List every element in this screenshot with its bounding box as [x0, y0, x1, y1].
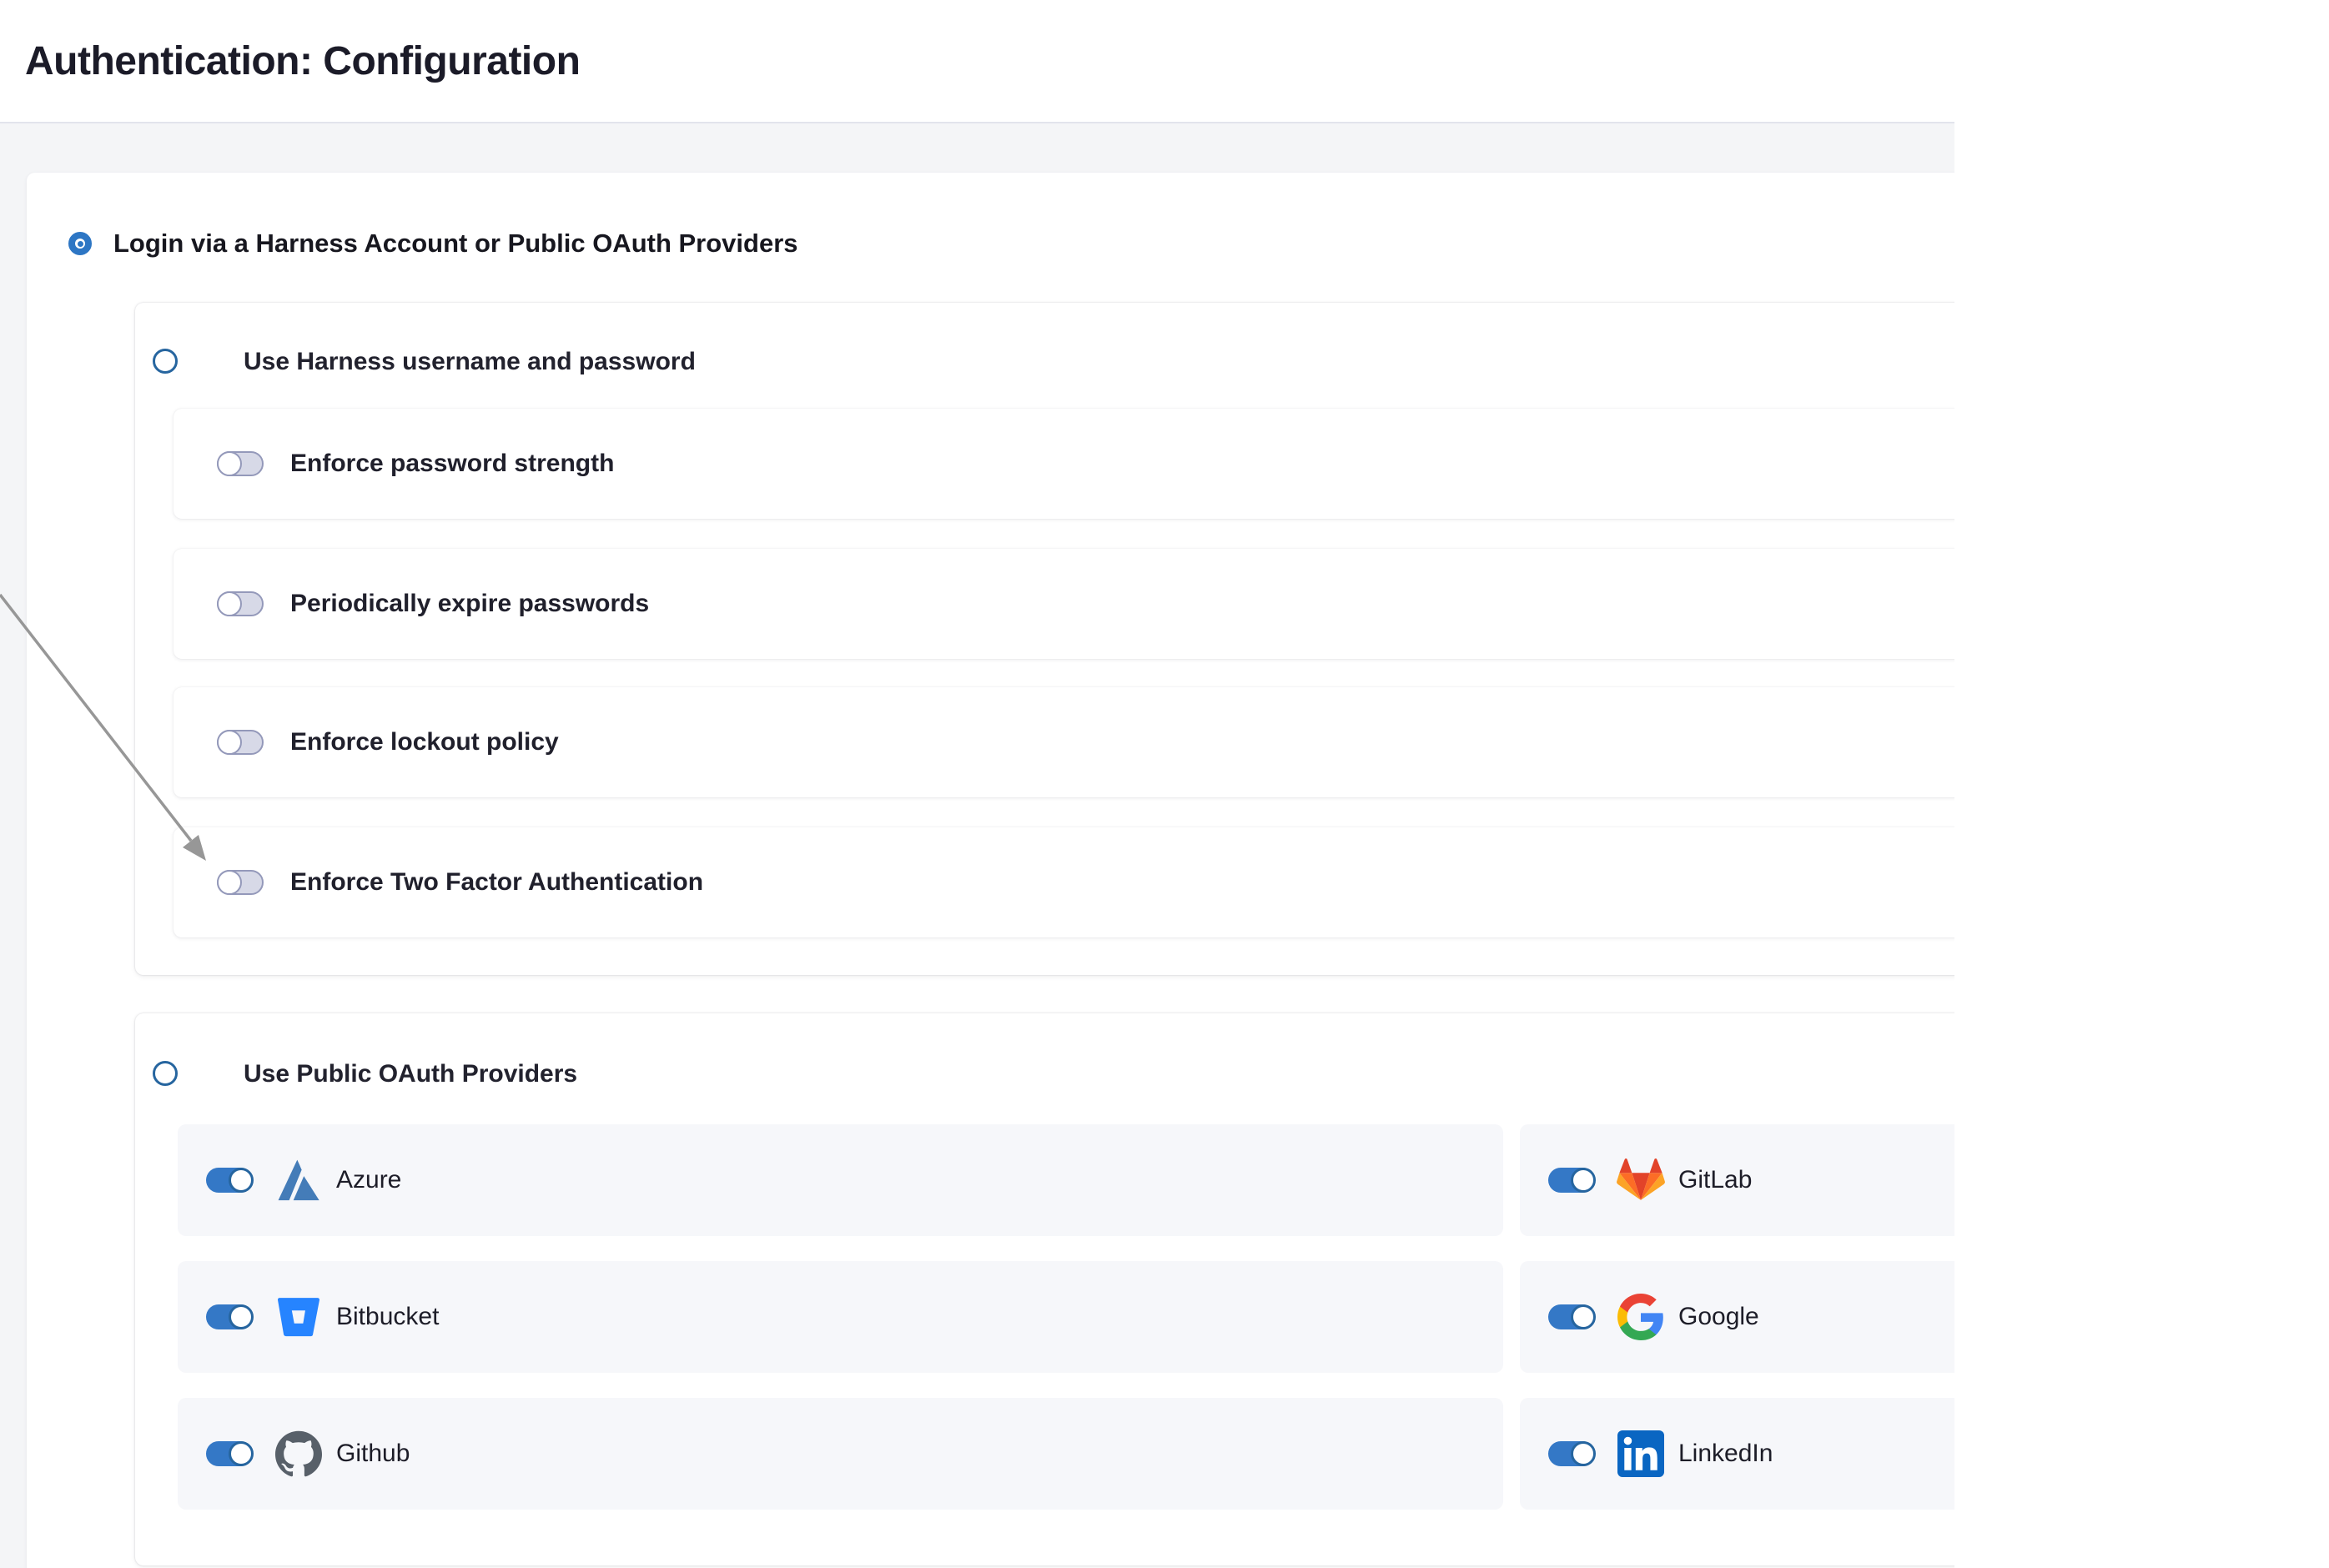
- enforce-two-factor-authentication-label: Enforce Two Factor Authentication: [290, 868, 703, 897]
- harness-login-group: Use Harness username and password Enforc…: [135, 303, 1954, 975]
- google-icon: [1617, 1294, 1665, 1340]
- periodically-expire-passwords-toggle[interactable]: [217, 591, 264, 616]
- page-title: Authentication: Configuration: [25, 38, 580, 84]
- captured-viewport: Authentication: Configuration Login via …: [0, 0, 1954, 1568]
- provider-row-google: Google: [1520, 1261, 1954, 1373]
- provider-row-github: Github: [178, 1398, 1503, 1510]
- provider-row-linkedin: LinkedIn: [1520, 1398, 1954, 1510]
- toggle-knob: [153, 1061, 178, 1086]
- oauth-providers-group: Use Public OAuth Providers Azure: [135, 1013, 1954, 1565]
- toggle-knob: [217, 870, 242, 895]
- gitlab-toggle[interactable]: [1548, 1168, 1595, 1193]
- provider-label: LinkedIn: [1678, 1440, 1773, 1468]
- page-header: Authentication: Configuration: [0, 0, 1954, 123]
- periodically-expire-passwords-label: Periodically expire passwords: [290, 590, 649, 618]
- azure-toggle[interactable]: [206, 1168, 253, 1193]
- login-method-radio-label: Login via a Harness Account or Public OA…: [113, 225, 798, 262]
- option-row-periodically-expire-passwords: Periodically expire passwords: [174, 549, 1954, 659]
- toggle-knob: [229, 1304, 254, 1329]
- github-toggle[interactable]: [206, 1441, 253, 1466]
- enforce-password-strength-label: Enforce password strength: [290, 450, 614, 478]
- toggle-knob: [217, 451, 242, 476]
- use-harness-username-password-label: Use Harness username and password: [244, 349, 696, 375]
- linkedin-toggle[interactable]: [1548, 1441, 1595, 1466]
- enforce-two-factor-authentication-toggle[interactable]: [217, 870, 264, 895]
- provider-row-bitbucket: Bitbucket: [178, 1261, 1503, 1373]
- provider-row-azure: Azure: [178, 1124, 1503, 1236]
- toggle-knob: [217, 591, 242, 616]
- toggle-knob: [153, 349, 178, 374]
- enforce-lockout-policy-toggle[interactable]: [217, 730, 264, 755]
- provider-label: Azure: [336, 1166, 401, 1194]
- bitbucket-toggle[interactable]: [206, 1304, 253, 1329]
- linkedin-icon: [1617, 1430, 1665, 1477]
- provider-label: Bitbucket: [336, 1303, 439, 1331]
- toggle-knob: [1571, 1304, 1596, 1329]
- toggle-knob: [229, 1168, 254, 1193]
- provider-row-gitlab: GitLab: [1520, 1124, 1954, 1236]
- toggle-knob: [229, 1441, 254, 1466]
- enforce-password-strength-toggle[interactable]: [217, 451, 264, 476]
- provider-label: Github: [336, 1440, 410, 1468]
- enforce-lockout-policy-label: Enforce lockout policy: [290, 728, 559, 756]
- gitlab-icon: [1617, 1157, 1665, 1204]
- option-row-enforce-lockout-policy: Enforce lockout policy: [174, 687, 1954, 797]
- option-row-enforce-two-factor-authentication: Enforce Two Factor Authentication: [174, 827, 1954, 937]
- use-public-oauth-providers-label: Use Public OAuth Providers: [244, 1061, 577, 1088]
- login-method-radio[interactable]: [68, 232, 92, 255]
- azure-icon: [274, 1157, 323, 1204]
- toggle-knob: [1571, 1441, 1596, 1466]
- provider-label: Google: [1678, 1303, 1759, 1331]
- toggle-knob: [1571, 1168, 1596, 1193]
- github-icon: [274, 1430, 323, 1477]
- google-toggle[interactable]: [1548, 1304, 1595, 1329]
- toggle-knob: [217, 730, 242, 755]
- provider-label: GitLab: [1678, 1166, 1752, 1194]
- option-row-enforce-password-strength: Enforce password strength: [174, 409, 1954, 519]
- bitbucket-icon: [274, 1294, 323, 1340]
- auth-config-card: Login via a Harness Account or Public OA…: [27, 173, 1954, 1568]
